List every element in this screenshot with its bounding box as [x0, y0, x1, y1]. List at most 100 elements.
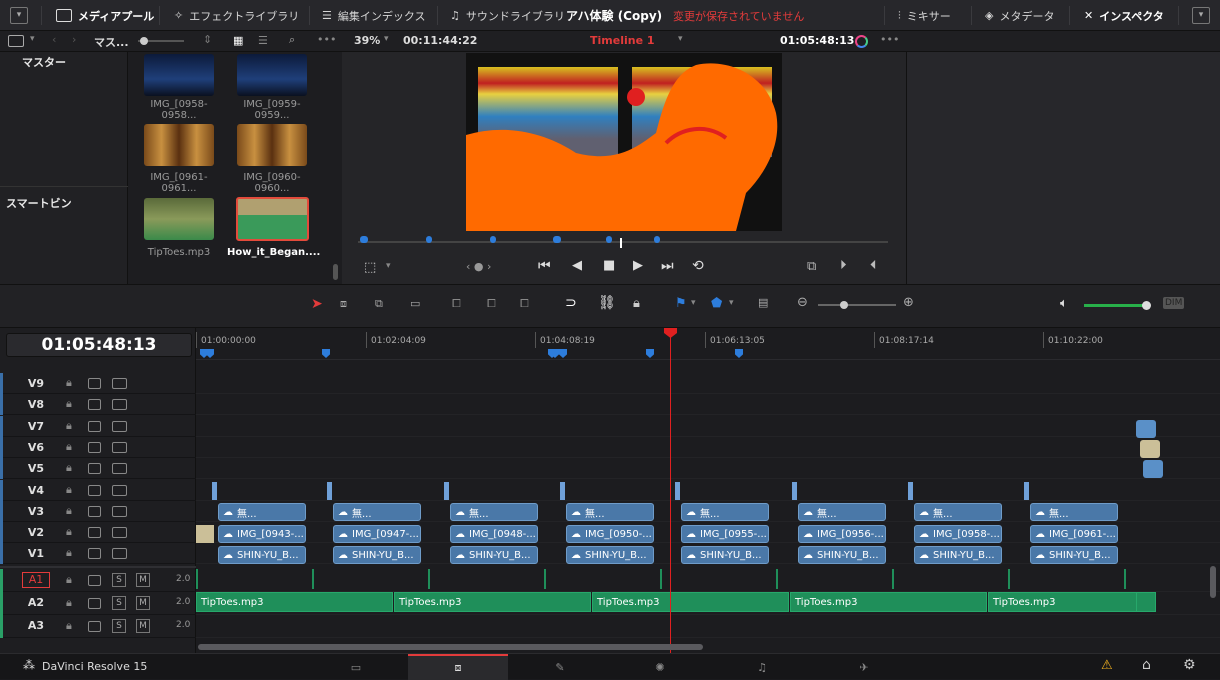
snapping-icon[interactable]: ⊃	[565, 295, 577, 311]
auto-select-icon[interactable]	[88, 420, 101, 432]
v2-clip[interactable]: ☁ IMG_[0950-...	[566, 525, 654, 543]
skip-end-icon[interactable]: ⏭	[661, 258, 674, 274]
stop-icon[interactable]: ■	[603, 258, 615, 273]
auto-select-icon[interactable]	[88, 548, 101, 560]
collapse-right-button[interactable]: ▾	[1192, 7, 1210, 24]
track-visibility-icon[interactable]	[112, 463, 127, 475]
prev-edit-icon[interactable]: ⏴	[870, 258, 877, 273]
v4-clip[interactable]	[444, 482, 449, 500]
video-track-lane[interactable]	[196, 480, 1220, 501]
marker-icon[interactable]: ⬟	[711, 296, 722, 311]
a1-audio-clip[interactable]	[196, 569, 198, 589]
auto-select-icon[interactable]	[88, 441, 101, 453]
v1-clip[interactable]: ☁ SHIN-YU_B...	[450, 546, 538, 564]
auto-select-icon[interactable]	[88, 527, 101, 539]
insert-clip-icon[interactable]: ⧠	[452, 297, 461, 311]
auto-select-icon[interactable]	[88, 621, 101, 632]
track-visibility-icon[interactable]	[112, 399, 127, 411]
v1-clip[interactable]: ☁ SHIN-YU_B...	[218, 546, 306, 564]
v4-clip[interactable]	[1024, 482, 1029, 500]
a2-audio-clip-end[interactable]	[1136, 592, 1156, 612]
speaker-icon[interactable]: 🔈︎	[1060, 296, 1068, 311]
viewer-marker[interactable]	[490, 236, 496, 243]
upper-track-clip[interactable]	[1136, 420, 1156, 438]
v4-clip[interactable]	[675, 482, 680, 500]
chevron-down-icon[interactable]: ▾	[30, 34, 35, 44]
track-visibility-icon[interactable]	[112, 420, 127, 432]
audio-track-lane[interactable]	[196, 569, 1220, 592]
track-visibility-icon[interactable]	[112, 484, 127, 496]
search-icon[interactable]: ⌕	[289, 33, 295, 47]
a2-audio-clip[interactable]: TipToes.mp3	[592, 592, 789, 612]
link-icon[interactable]: ⛓	[598, 295, 616, 311]
v2-transition[interactable]	[196, 525, 214, 543]
track-name[interactable]: A1	[22, 572, 50, 588]
track-name[interactable]: A2	[20, 596, 52, 609]
playhead-handle[interactable]	[620, 238, 622, 248]
media-thumbnail[interactable]	[237, 124, 307, 166]
v2-clip[interactable]: ☁ IMG_[0948-...	[450, 525, 538, 543]
settings-gear-icon[interactable]: ⚙	[1183, 657, 1196, 673]
replace-clip-icon[interactable]: ⧠	[520, 297, 529, 311]
v1-clip[interactable]: ☁ SHIN-YU_B...	[798, 546, 886, 564]
a2-audio-clip[interactable]: TipToes.mp3	[988, 592, 1138, 612]
overwrite-clip-icon[interactable]: ⧠	[487, 297, 496, 311]
thumbnail-size-slider[interactable]	[138, 37, 184, 45]
crop-chevron-icon[interactable]: ▾	[386, 261, 391, 271]
a1-audio-clip[interactable]	[660, 569, 662, 589]
more-options-icon[interactable]: •••	[317, 33, 336, 46]
zoom-chevron-icon[interactable]: ▾	[384, 34, 389, 44]
auto-select-icon[interactable]	[88, 575, 101, 586]
video-track-lane[interactable]	[196, 416, 1220, 437]
audio-track-lane[interactable]	[196, 615, 1220, 638]
grid-view-icon[interactable]: ▦	[233, 34, 243, 47]
dim-button[interactable]: DIM	[1163, 297, 1185, 309]
jog-bar[interactable]	[358, 241, 888, 243]
skip-start-icon[interactable]: ⏮	[538, 258, 551, 274]
v4-clip[interactable]	[327, 482, 332, 500]
a1-audio-clip[interactable]	[892, 569, 894, 589]
track-visibility-icon[interactable]	[112, 527, 127, 539]
lock-icon[interactable]: 🔒︎	[66, 376, 72, 390]
v1-clip[interactable]: ☁ SHIN-YU_B...	[914, 546, 1002, 564]
v3-clip[interactable]: ☁ 無...	[566, 503, 654, 521]
media-pool-button[interactable]: メディアプール	[56, 0, 154, 31]
v3-clip[interactable]: ☁ 無...	[218, 503, 306, 521]
playhead[interactable]	[670, 328, 671, 653]
viewer-marker[interactable]	[553, 236, 561, 243]
a1-audio-clip[interactable]	[544, 569, 546, 589]
color-page-tab[interactable]: ✺	[610, 654, 710, 680]
viewer-more-icon[interactable]: •••	[880, 33, 899, 46]
video-track-lane[interactable]	[196, 373, 1220, 394]
auto-select-icon[interactable]	[88, 505, 101, 517]
play-icon[interactable]: ▶	[633, 258, 643, 273]
v1-clip[interactable]: ☁ SHIN-YU_B...	[566, 546, 654, 564]
auto-select-icon[interactable]	[88, 463, 101, 475]
sort-icon[interactable]: ⇕	[203, 33, 212, 46]
v2-clip[interactable]: ☁ IMG_[0943-...	[218, 525, 306, 543]
loop-icon[interactable]: ⟲	[692, 258, 704, 274]
edit-index-button[interactable]: ☰ 編集インデックス	[322, 0, 426, 31]
horizontal-scrollbar[interactable]	[198, 644, 703, 650]
bin-master[interactable]: マスター	[22, 54, 66, 70]
fairlight-page-tab[interactable]: ♫	[712, 654, 812, 680]
v1-clip[interactable]: ☁ SHIN-YU_B...	[681, 546, 769, 564]
lock-icon[interactable]: 🔒︎	[66, 596, 72, 610]
mute-button[interactable]: M	[136, 573, 150, 587]
viewer-frame[interactable]	[466, 53, 782, 231]
track-name[interactable]: A3	[20, 619, 52, 632]
lock-icon[interactable]: 🔒︎	[66, 619, 72, 633]
viewer-marker[interactable]	[606, 236, 612, 243]
trim-tool-icon[interactable]: ⧈	[340, 297, 347, 311]
solo-button[interactable]: S	[112, 573, 126, 587]
a1-audio-clip[interactable]	[776, 569, 778, 589]
edit-page-tab[interactable]: ⧈	[408, 654, 508, 680]
lock-icon[interactable]: 🔒︎	[66, 483, 72, 497]
zoom-in-icon[interactable]: ⊕	[903, 295, 914, 310]
v3-clip[interactable]: ☁ 無...	[450, 503, 538, 521]
timeline-chevron-icon[interactable]: ▾	[678, 34, 683, 44]
lock-icon[interactable]: 🔒︎	[66, 525, 72, 539]
video-track-lane[interactable]	[196, 394, 1220, 416]
track-visibility-icon[interactable]	[112, 548, 127, 560]
video-track-lane[interactable]	[196, 437, 1220, 458]
